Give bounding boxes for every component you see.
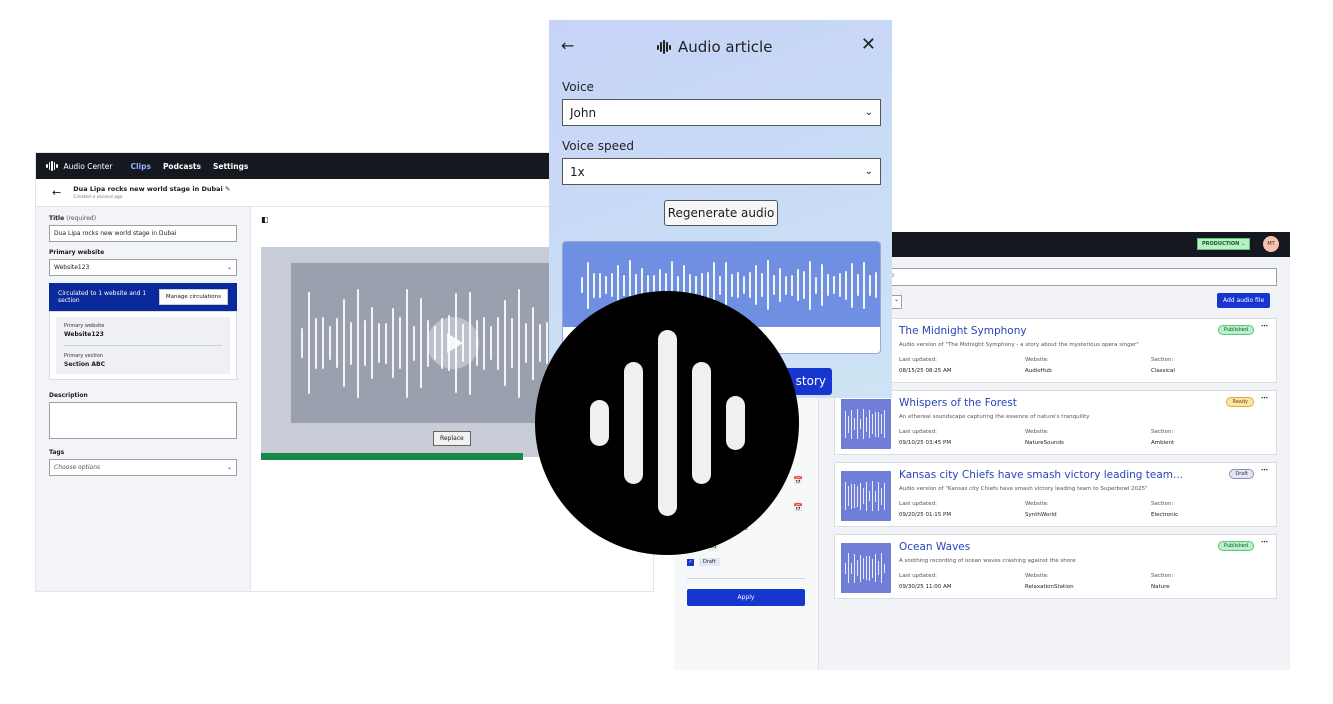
primary-website-value: Website123 [64, 331, 104, 338]
audio-logo-icon [657, 40, 671, 54]
item-description: Audio version of "Kansas city Chiefs hav… [899, 486, 1148, 492]
manage-circulations-button[interactable]: Manage circulations [158, 289, 228, 305]
list-item[interactable]: The Midnight Symphony Audio version of "T… [834, 318, 1277, 383]
item-title[interactable]: Whispers of the Forest [899, 397, 1017, 409]
title-input[interactable]: Dua Lipa rocks new world stage in Dubai [49, 225, 237, 242]
tags-label: Tags [49, 449, 65, 456]
item-title[interactable]: The Midnight Symphony [899, 325, 1027, 337]
status-badge: Draft [1229, 469, 1254, 479]
chevron-down-icon: ⌄ [226, 264, 232, 271]
more-options-icon[interactable]: ⋯ [1261, 394, 1268, 402]
audio-logo-icon [535, 291, 799, 555]
audio-thumbnail[interactable] [841, 471, 891, 521]
item-website: Website: RelaxationStation [1025, 573, 1074, 590]
chevron-down-icon: ⌄ [226, 464, 232, 471]
nav-settings[interactable]: Settings [213, 162, 248, 171]
item-website: Website: AudioHub [1025, 357, 1052, 374]
audio-logo-icon [46, 161, 58, 171]
audio-preview: Replace [261, 247, 591, 457]
search-input[interactable]: dio [880, 268, 1277, 286]
replace-button[interactable]: Replace [433, 431, 471, 446]
more-options-icon[interactable]: ⋯ [1261, 322, 1268, 330]
avatar[interactable]: MT [1263, 236, 1279, 252]
clip-title-heading: Dua Lipa rocks new world stage in Dubai … [73, 185, 231, 193]
clip-form: Title (required) Dua Lipa rocks new worl… [36, 207, 251, 591]
description-input[interactable] [49, 402, 237, 439]
list-item[interactable]: Kansas city Chiefs have smash victory le… [834, 462, 1277, 527]
draft-filter[interactable]: ✓ Draft [687, 558, 720, 566]
item-last-updated: Last updated: 08/15/25 08:25 AM [899, 357, 952, 374]
status-badge: Published [1217, 541, 1254, 551]
item-description: An ethereal soundscape capturing the ess… [899, 414, 1090, 420]
chevron-down-icon: ⌄ [893, 296, 899, 303]
calendar-icon[interactable]: 📅 [793, 503, 805, 513]
panel-toggle-icon[interactable]: ◧ [261, 215, 269, 224]
item-website: Website: NatureSounds [1025, 429, 1064, 446]
upload-progress-bar [261, 453, 523, 460]
list-item[interactable]: Whispers of the Forest An ethereal sounds… [834, 390, 1277, 455]
back-arrow-icon[interactable]: ← [52, 186, 61, 199]
close-icon[interactable]: ✕ [861, 34, 876, 55]
audio-thumbnail[interactable] [841, 543, 891, 593]
item-section: Section: Electronic [1151, 501, 1179, 518]
title-label: Title (required) [49, 215, 97, 222]
voice-speed-label: Voice speed [562, 139, 634, 153]
more-options-icon[interactable]: ⋯ [1261, 466, 1268, 474]
primary-website-key: Primary website [64, 323, 105, 329]
regenerate-audio-button[interactable]: Regenerate audio [664, 200, 778, 226]
brand-name: Audio Center [63, 161, 113, 171]
voice-select[interactable]: John ⌄ [562, 99, 881, 126]
item-description: Audio version of "The Midnight Symphony … [899, 342, 1139, 348]
website-label: Primary website [49, 249, 105, 256]
item-section: Section: Nature [1151, 573, 1174, 590]
apply-button[interactable]: Apply [687, 589, 805, 606]
item-last-updated: Last updated: 09/20/25 01:15 PM [899, 501, 952, 518]
primary-section-key: Primary section [64, 353, 103, 359]
item-title[interactable]: Ocean Waves [899, 541, 970, 553]
clip-created: Created a second ago [73, 195, 123, 200]
voice-label: Voice [562, 80, 594, 94]
item-section: Section: Ambient [1151, 429, 1175, 446]
back-arrow-icon[interactable]: ← [561, 36, 574, 55]
divider [687, 578, 805, 579]
play-icon[interactable] [427, 317, 479, 369]
primary-section-value: Section ABC [64, 361, 105, 368]
more-options-icon[interactable]: ⋯ [1261, 538, 1268, 546]
item-description: A soothing recording of ocean waves cras… [899, 558, 1076, 564]
tags-select[interactable]: Choose options ⌄ [49, 459, 237, 476]
item-section: Section: Classical [1151, 357, 1175, 374]
circulation-banner: Circulated to 1 website and 1 section Ma… [49, 283, 237, 311]
status-badge: Ready [1226, 397, 1254, 407]
circulation-details: Primary website Website123 Primary secti… [49, 311, 237, 380]
pencil-icon[interactable]: ✎ [225, 185, 230, 193]
panel-header: ← Audio article ✕ [549, 34, 892, 58]
chevron-down-icon: ⌄ [864, 107, 873, 118]
add-audio-file-button[interactable]: Add audio file [1217, 293, 1271, 308]
brand[interactable]: Audio Center [46, 161, 112, 171]
chevron-down-icon: ⌄ [864, 166, 873, 177]
chevron-down-icon: ⌄ [1241, 241, 1246, 247]
environment-badge[interactable]: PRODUCTION ⌄ [1197, 238, 1251, 250]
item-title[interactable]: Kansas city Chiefs have smash victory le… [899, 469, 1183, 481]
audio-thumbnail[interactable] [841, 399, 891, 449]
status-badge: Published [1217, 325, 1254, 335]
voice-speed-select[interactable]: 1x ⌄ [562, 158, 881, 185]
nav-clips[interactable]: Clips [130, 162, 150, 171]
item-last-updated: Last updated: 09/10/25 03:45 PM [899, 429, 952, 446]
item-last-updated: Last updated: 09/30/25 11:00 AM [899, 573, 952, 590]
checkbox-checked-icon[interactable]: ✓ [687, 558, 694, 566]
item-website: Website: SynthWorld [1025, 501, 1057, 518]
website-select[interactable]: Website123 ⌄ [49, 259, 237, 276]
list-item[interactable]: Ocean Waves A soothing recording of ocean… [834, 534, 1277, 599]
calendar-icon[interactable]: 📅 [793, 476, 805, 486]
description-label: Description [49, 392, 88, 399]
nav-podcasts[interactable]: Podcasts [163, 162, 201, 171]
panel-title: Audio article [657, 38, 772, 56]
